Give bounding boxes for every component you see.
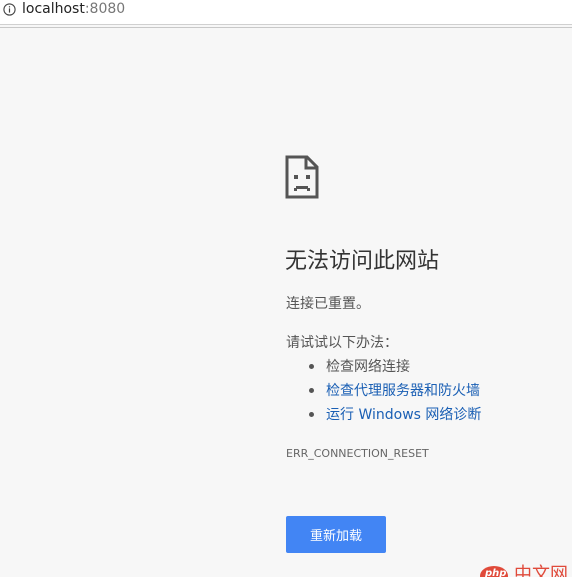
suggestions-heading: 请试试以下办法： bbox=[286, 335, 398, 351]
bullet-icon bbox=[309, 364, 314, 369]
watermark-logo-text: php bbox=[485, 568, 507, 577]
bullet-icon bbox=[309, 412, 314, 417]
bullet-icon bbox=[309, 388, 314, 393]
reload-button[interactable]: 重新加载 bbox=[286, 516, 386, 553]
watermark: php 中文网 bbox=[478, 564, 572, 577]
suggestions-list: 检查网络连接 检查代理服务器和防火墙 运行 Windows 网络诊断 bbox=[307, 357, 481, 429]
error-code: ERR_CONNECTION_RESET bbox=[286, 447, 429, 460]
suggestion-link-proxy-firewall[interactable]: 检查代理服务器和防火墙 bbox=[326, 383, 480, 399]
url-text[interactable]: localhost:8080 bbox=[22, 0, 125, 18]
sad-page-icon bbox=[285, 155, 319, 199]
error-title: 无法访问此网站 bbox=[285, 249, 440, 274]
error-subtitle: 连接已重置。 bbox=[286, 296, 370, 312]
suggestion-run-diagnostics: 运行 Windows 网络诊断 bbox=[307, 405, 481, 429]
url-port: :8080 bbox=[84, 1, 126, 17]
url-host: localhost bbox=[22, 1, 85, 17]
watermark-text: 中文网 bbox=[514, 564, 568, 577]
php-logo-icon: php bbox=[480, 566, 508, 577]
suggestion-link-network-diagnostics[interactable]: 运行 Windows 网络诊断 bbox=[326, 407, 481, 423]
suggestion-label: 检查网络连接 bbox=[326, 359, 410, 375]
suggestion-check-network: 检查网络连接 bbox=[307, 357, 481, 381]
suggestion-check-proxy: 检查代理服务器和防火墙 bbox=[307, 381, 481, 405]
address-bar[interactable]: localhost:8080 bbox=[0, 0, 572, 28]
info-icon[interactable] bbox=[3, 3, 16, 16]
